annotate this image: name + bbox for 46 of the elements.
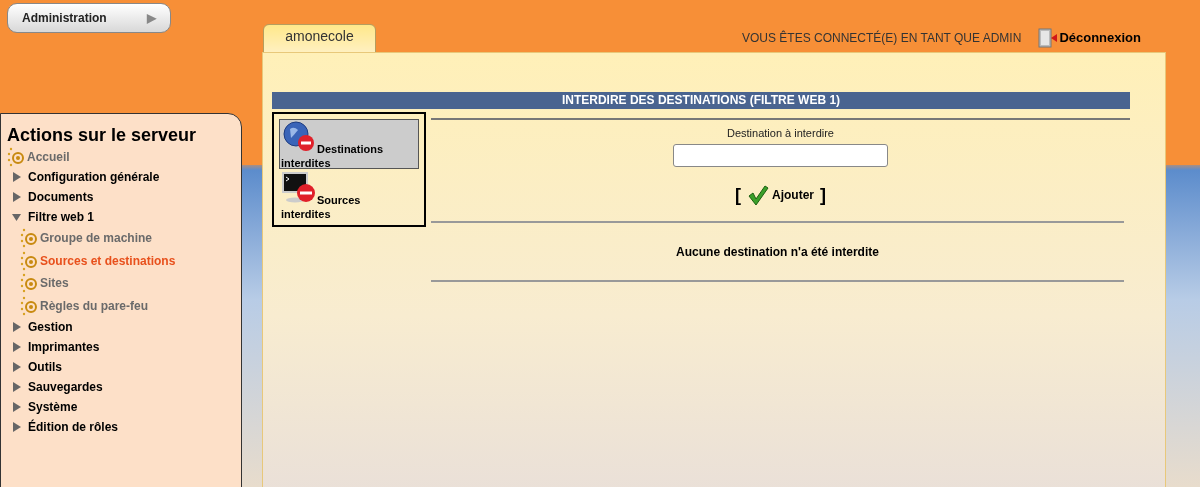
triangle-right-icon [11, 192, 23, 202]
menu-group[interactable]: Système [7, 397, 241, 417]
menu-group[interactable]: Documents [7, 187, 241, 207]
subnav-item[interactable]: Sources interdites [279, 170, 419, 220]
server-tab[interactable]: amonecole [263, 24, 376, 53]
triangle-right-icon [11, 382, 23, 392]
menu-group[interactable]: Gestion [7, 317, 241, 337]
menu-item[interactable]: Accueil [7, 147, 241, 167]
menu-group[interactable]: Sauvegardes [7, 377, 241, 397]
spiral-icon [7, 147, 25, 167]
triangle-right-icon [11, 422, 23, 432]
spiral-icon [20, 250, 38, 271]
triangle-right-icon [11, 322, 23, 332]
field-label: Destination à interdire [727, 126, 834, 141]
globe-blocked-icon [282, 121, 316, 153]
subnav-item[interactable]: Destinations interdites [279, 119, 419, 169]
section-title: INTERDIRE DES DESTINATIONS (FILTRE WEB 1) [272, 92, 1130, 109]
spiral-icon [20, 228, 38, 249]
menu-group[interactable]: Édition de rôles [7, 417, 241, 437]
sidebar-title: Actions sur le serveur [7, 124, 198, 146]
triangle-right-icon [11, 402, 23, 412]
menu-item[interactable]: Groupe de machine [20, 227, 241, 250]
spiral-icon [20, 273, 38, 294]
bracket: ] [820, 183, 826, 207]
destination-field[interactable] [673, 143, 888, 167]
triangle-down-icon [11, 212, 23, 222]
menu-group[interactable]: Outils [7, 357, 241, 377]
menu-group[interactable]: Configuration générale [7, 167, 241, 187]
menu-group[interactable]: Imprimantes [7, 337, 241, 357]
empty-message: Aucune destination n'a été interdite [675, 243, 880, 261]
triangle-right-icon [11, 342, 23, 352]
menu-group[interactable]: Filtre web 1 [7, 207, 241, 227]
logout-link[interactable]: Déconnexion [1037, 28, 1141, 48]
triangle-right-icon [11, 362, 23, 372]
menu-item[interactable]: Sites [20, 272, 241, 295]
arrow-icon: ▶ [147, 9, 156, 27]
monitor-blocked-icon [282, 172, 316, 204]
menu-item[interactable]: Règles du pare-feu [20, 294, 241, 317]
administration-button[interactable]: Administration ▶ [7, 3, 171, 33]
door-exit-icon [1037, 28, 1060, 48]
user-status: VOUS ÊTES CONNECTÉ(E) EN TANT QUE ADMIN [742, 29, 1022, 47]
add-button[interactable]: Ajouter [747, 184, 814, 206]
spiral-icon [20, 295, 38, 316]
bracket: [ [735, 183, 741, 207]
checkmark-icon [747, 184, 769, 206]
triangle-right-icon [11, 172, 23, 182]
